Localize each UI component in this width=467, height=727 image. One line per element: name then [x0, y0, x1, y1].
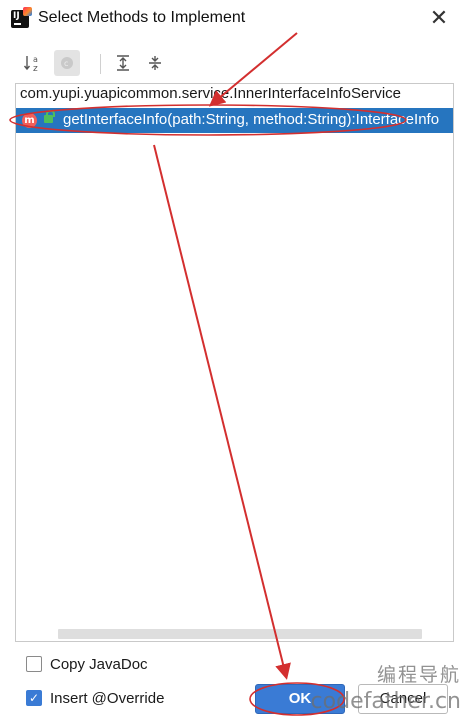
- expand-all-icon[interactable]: [110, 50, 136, 76]
- toolbar-divider: [100, 54, 101, 74]
- insert-override-checkbox[interactable]: ✓: [26, 690, 42, 706]
- toolbar: a z c: [16, 48, 456, 78]
- close-icon[interactable]: ✕: [425, 4, 453, 32]
- public-lock-icon: [44, 110, 55, 123]
- cancel-button[interactable]: Cancel: [358, 684, 448, 714]
- svg-text:z: z: [33, 64, 38, 73]
- method-signature: getInterfaceInfo(path:String, method:Str…: [63, 111, 440, 128]
- title-bar: IJ Select Methods to Implement ✕: [0, 0, 467, 38]
- ok-button[interactable]: OK: [255, 684, 345, 714]
- methods-tree[interactable]: com.yupi.yuapicommon.service.InnerInterf…: [15, 83, 454, 642]
- svg-text:c: c: [64, 59, 68, 68]
- sort-alpha-icon[interactable]: a z: [20, 50, 46, 76]
- svg-text:a: a: [33, 55, 38, 64]
- copy-javadoc-label: Copy JavaDoc: [50, 655, 148, 673]
- watermark-line1: 编程导航: [376, 664, 461, 686]
- copy-javadoc-option[interactable]: Copy JavaDoc: [26, 654, 148, 674]
- dialog-title: Select Methods to Implement: [38, 9, 246, 26]
- intellij-app-icon: IJ: [11, 7, 32, 28]
- insert-override-label: Insert @Override: [50, 689, 165, 707]
- copy-javadoc-checkbox[interactable]: [26, 656, 42, 672]
- collapse-all-icon[interactable]: [142, 50, 168, 76]
- show-classes-icon[interactable]: c: [54, 50, 80, 76]
- tree-method-row[interactable]: m getInterfaceInfo(path:String, method:S…: [16, 108, 453, 133]
- horizontal-scrollbar[interactable]: [58, 629, 422, 639]
- method-icon: m: [22, 113, 37, 128]
- insert-override-option[interactable]: ✓ Insert @Override: [26, 688, 164, 708]
- tree-class-node[interactable]: com.yupi.yuapicommon.service.InnerInterf…: [20, 85, 401, 102]
